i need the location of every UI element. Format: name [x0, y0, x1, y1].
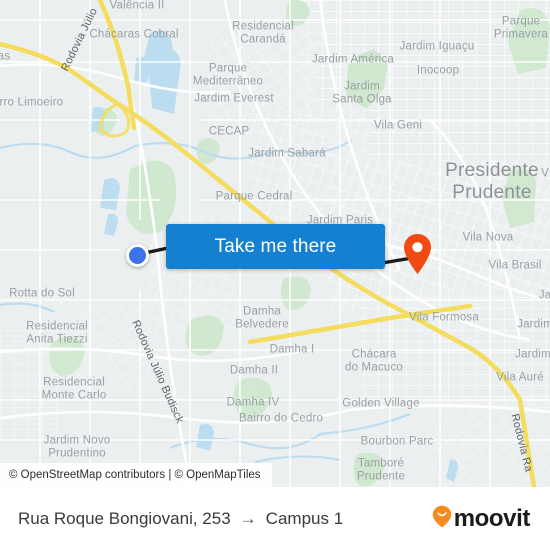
trip-summary: Rua Roque Bongiovani, 253 → Campus 1 [18, 509, 343, 529]
moovit-map-screen: Valência II Chácaras Cobral Residencial Car… [0, 0, 550, 550]
trip-destination-label: Campus 1 [265, 508, 344, 528]
trip-origin-label: Rua Roque Bongiovani, 253 [18, 508, 231, 528]
trip-footer: Rua Roque Bongiovani, 253 → Campus 1 moo… [0, 487, 550, 550]
origin-marker[interactable] [126, 244, 149, 267]
map-canvas[interactable]: Valência II Chácaras Cobral Residencial Car… [0, 0, 550, 487]
moovit-wordmark: moovit [453, 504, 531, 532]
destination-marker[interactable] [403, 233, 432, 275]
take-me-there-button[interactable]: Take me there [166, 224, 385, 269]
arrow-right-icon: → [239, 508, 257, 528]
moovit-logo[interactable]: moovit [432, 505, 530, 533]
moovit-pin-icon [432, 505, 452, 533]
map-attribution[interactable]: © OpenStreetMap contributors | © OpenMap… [0, 463, 272, 487]
